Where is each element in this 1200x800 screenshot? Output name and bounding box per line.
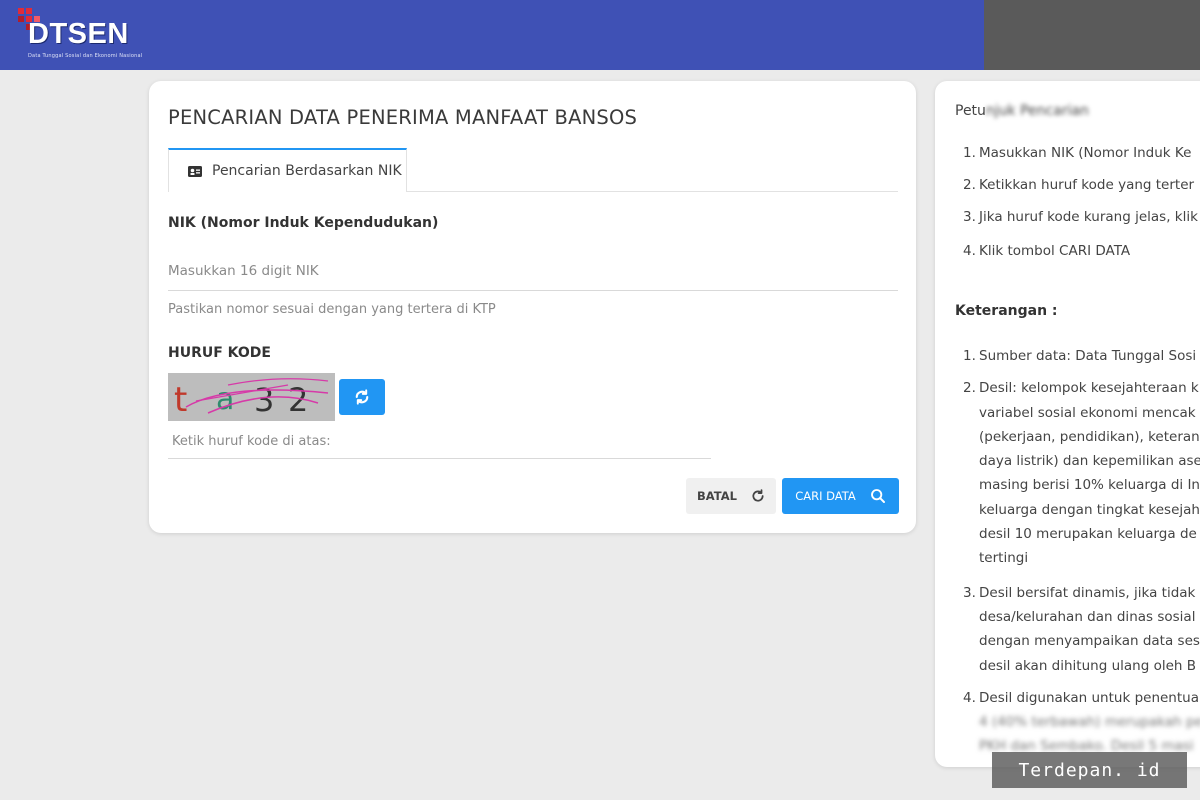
petunjuk-list: 1. Masukkan NIK (Nomor Induk Ke 2. Ketikka… (963, 145, 1200, 275)
logo-text: DTSEN (28, 18, 129, 50)
captcha-char: t (174, 380, 187, 420)
captcha-char: a (216, 382, 234, 417)
list-item: 2. Ketikkan huruf kode yang terter (963, 177, 1195, 193)
page-title: PENCARIAN DATA PENERIMA MANFAAT BANSOS (168, 106, 638, 129)
logo-subtitle: Data Tunggal Sosial dan Ekonomi Nasional (28, 53, 143, 59)
header-right-block (984, 0, 1200, 70)
id-card-icon (188, 165, 202, 177)
watermark: Terdepan. id (992, 752, 1187, 788)
keterangan-heading: Keterangan : (955, 303, 1058, 319)
list-item: 3. Desil bersifat dinamis, jika tidak de… (963, 584, 1200, 674)
keterangan-list: 1. Sumber data: Data Tunggal Sosi 2. Des… (963, 344, 1200, 759)
dtsen-logo[interactable]: DTSEN Data Tunggal Sosial dan Ekonomi Na… (18, 8, 142, 64)
list-item: 1. Sumber data: Data Tunggal Sosi (963, 348, 1197, 364)
cari-label: CARI DATA (795, 489, 856, 503)
captcha-image: t a 3 2 (168, 373, 335, 421)
captcha-refresh-button[interactable] (339, 379, 385, 415)
nik-label: NIK (Nomor Induk Kependudukan) (168, 215, 439, 231)
nik-hint: Pastikan nomor sesuai dengan yang terter… (168, 302, 496, 317)
list-item: 3. Jika huruf kode kurang jelas, klik (963, 209, 1198, 225)
list-item: 2. Desil: kelompok kesejahteraan k varia… (963, 380, 1200, 567)
list-item: 4. Desil digunakan untuk penentua 4 (40%… (963, 689, 1200, 755)
nik-input[interactable] (168, 251, 898, 291)
tab-label: Pencarian Berdasarkan NIK (212, 163, 402, 179)
refresh-icon (355, 389, 369, 405)
batal-label: BATAL (697, 489, 737, 503)
petunjuk-title: Petunjuk Pencarian (955, 103, 1089, 119)
captcha-char: 3 (254, 381, 274, 419)
kode-label: HURUF KODE (168, 345, 271, 361)
reset-icon (752, 489, 764, 502)
instructions-panel: Petunjuk Pencarian 1. Masukkan NIK (Nomor… (935, 81, 1200, 767)
cari-data-button[interactable]: CARI DATA (782, 478, 899, 514)
batal-button[interactable]: BATAL (686, 478, 776, 514)
list-item: 1. Masukkan NIK (Nomor Induk Ke (963, 145, 1192, 161)
search-icon (870, 489, 885, 503)
search-card: PENCARIAN DATA PENERIMA MANFAAT BANSOS P… (149, 81, 916, 533)
kode-input[interactable] (168, 425, 711, 459)
tab-search-by-nik[interactable]: Pencarian Berdasarkan NIK (168, 148, 407, 192)
list-item: 4. Klik tombol CARI DATA (963, 243, 1131, 259)
